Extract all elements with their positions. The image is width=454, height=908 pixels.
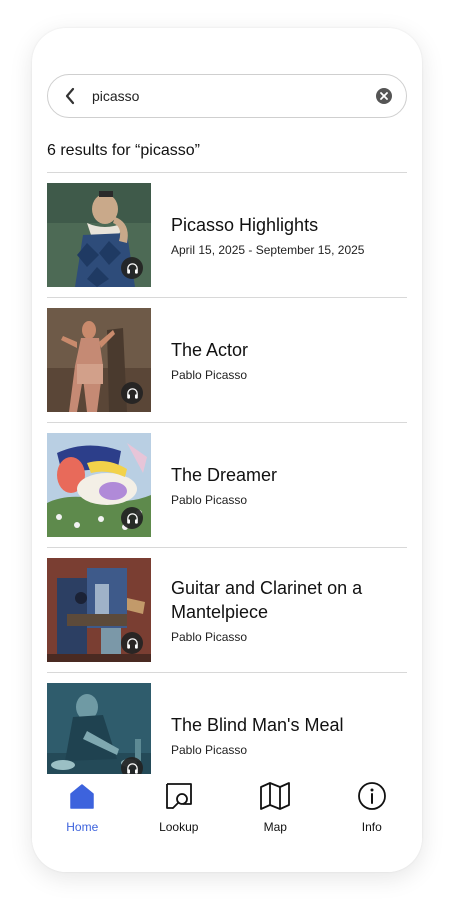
result-title: Guitar and Clarinet on a Mantelpiece	[171, 578, 363, 622]
audio-badge	[121, 632, 143, 654]
chevron-left-icon	[65, 87, 75, 105]
tab-label: Map	[263, 820, 287, 834]
result-item[interactable]: The Dreamer Pablo Picasso	[47, 423, 407, 548]
headphones-icon	[126, 512, 138, 524]
lookup-icon	[164, 780, 194, 812]
result-subtitle: Pablo Picasso	[171, 368, 248, 382]
info-icon	[357, 780, 387, 812]
result-subtitle: Pablo Picasso	[171, 743, 248, 757]
app-screen: 6 results for “picasso”	[32, 28, 422, 872]
result-title: The Dreamer	[171, 465, 278, 485]
result-item[interactable]: Guitar and Clarinet on a Mantelpiece Pab…	[47, 548, 407, 673]
results-list: Picasso Highlights April 15, 2025 - Sept…	[47, 172, 407, 774]
tab-info[interactable]: Info	[324, 774, 420, 872]
artwork-thumbnail	[47, 683, 151, 774]
back-button[interactable]	[48, 74, 92, 118]
result-item[interactable]: The Blind Man's Meal Pablo Picasso	[47, 673, 407, 774]
headphones-icon	[126, 637, 138, 649]
map-icon	[259, 780, 291, 812]
result-text: The Actor Pablo Picasso	[171, 338, 407, 382]
result-title: Picasso Highlights	[171, 215, 319, 235]
result-title: The Blind Man's Meal	[171, 715, 344, 735]
home-icon	[68, 780, 96, 812]
result-subtitle: Pablo Picasso	[171, 493, 248, 507]
result-subtitle: April 15, 2025 - September 15, 2025	[171, 243, 365, 257]
artwork-thumbnail	[47, 433, 151, 537]
tab-map[interactable]: Map	[227, 774, 323, 872]
result-text: The Blind Man's Meal Pablo Picasso	[171, 713, 407, 757]
results-count: 6 results for “picasso”	[47, 142, 200, 159]
headphones-icon	[126, 262, 138, 274]
audio-badge	[121, 507, 143, 529]
tab-label: Home	[66, 820, 99, 834]
result-text: Picasso Highlights April 15, 2025 - Sept…	[171, 213, 407, 257]
audio-badge	[121, 382, 143, 404]
clear-icon	[376, 88, 392, 104]
audio-badge	[121, 757, 143, 774]
clear-search-button[interactable]	[362, 74, 406, 118]
artwork-thumbnail	[47, 558, 151, 662]
tab-home[interactable]: Home	[34, 774, 130, 872]
search-input[interactable]	[92, 76, 362, 116]
result-text: The Dreamer Pablo Picasso	[171, 463, 407, 507]
search-bar	[47, 74, 407, 118]
audio-badge	[121, 257, 143, 279]
result-item[interactable]: The Actor Pablo Picasso	[47, 298, 407, 423]
headphones-icon	[126, 762, 138, 774]
tab-label: Info	[361, 820, 382, 834]
tab-label: Lookup	[159, 820, 199, 834]
result-item[interactable]: Picasso Highlights April 15, 2025 - Sept…	[47, 173, 407, 298]
result-title: The Actor	[171, 340, 249, 360]
result-subtitle: Pablo Picasso	[171, 630, 248, 644]
result-text: Guitar and Clarinet on a Mantelpiece Pab…	[171, 576, 407, 644]
tab-lookup[interactable]: Lookup	[131, 774, 227, 872]
artwork-thumbnail	[47, 308, 151, 412]
artwork-thumbnail	[47, 183, 151, 287]
headphones-icon	[126, 387, 138, 399]
tab-bar: Home Lookup Map Info	[32, 774, 422, 872]
